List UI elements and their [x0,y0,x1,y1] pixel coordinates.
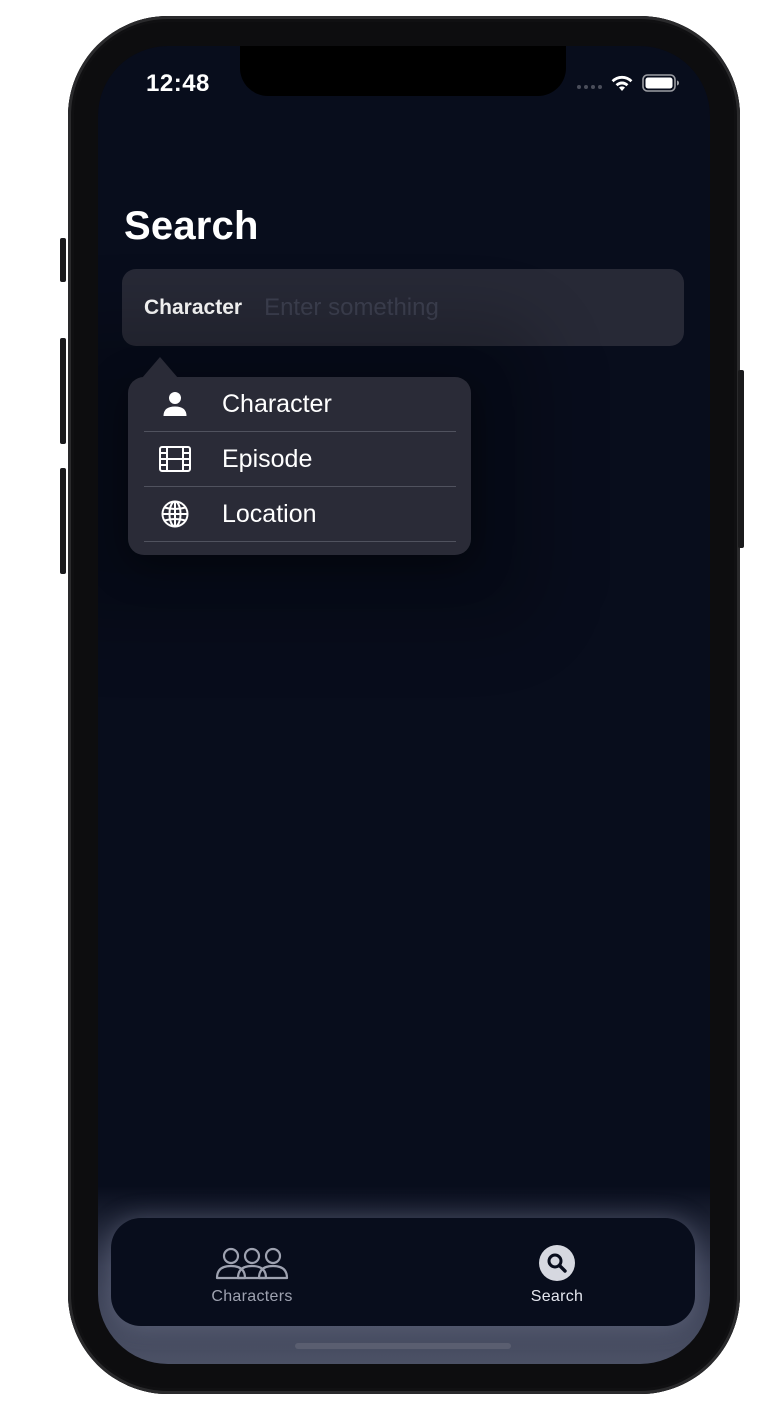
status-time: 12:48 [146,70,210,97]
person-icon [144,391,206,417]
home-indicator[interactable] [295,1343,511,1349]
search-icon [538,1244,576,1282]
search-type-menu: Character Episode Location [128,357,471,555]
cellular-signal-icon [576,77,602,95]
battery-icon [642,74,680,97]
menu-item-episode[interactable]: Episode [144,432,456,487]
menu-pointer-arrow [142,357,178,378]
tab-search[interactable]: Search [502,1218,612,1326]
globe-icon [144,500,206,528]
film-icon [144,446,206,472]
tab-characters[interactable]: Characters [197,1218,307,1326]
volume-down-button [60,468,66,574]
menu-item-character[interactable]: Character [144,377,456,432]
notch [240,46,566,96]
tab-label: Characters [211,1288,293,1305]
wifi-icon [610,74,634,97]
volume-up-button [60,338,66,444]
tab-bar: Characters Search [111,1218,695,1326]
app-screen: 12:48 Search Character Enter something C… [98,46,710,1364]
menu-item-location[interactable]: Location [144,487,456,542]
menu-item-label: Location [222,499,317,528]
page-title: Search [124,204,259,248]
power-button [738,370,744,548]
tab-label: Search [530,1288,584,1305]
status-icons [576,74,680,97]
menu-item-label: Episode [222,444,313,473]
people-icon [215,1244,289,1282]
action-button [60,238,66,282]
menu-item-label: Character [222,389,332,418]
